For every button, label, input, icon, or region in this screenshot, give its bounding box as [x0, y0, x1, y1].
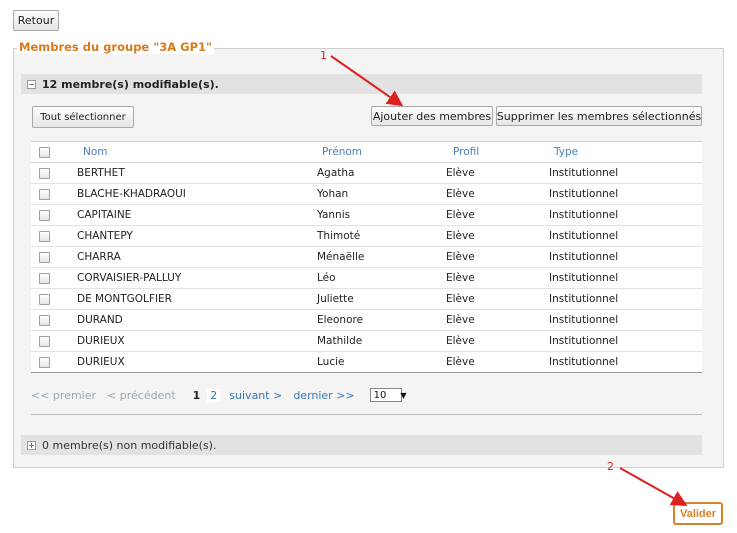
- annotation-arrows: [330, 55, 688, 506]
- annotation-arrow-1: [330, 55, 404, 107]
- annotation-arrow-2: [619, 467, 688, 506]
